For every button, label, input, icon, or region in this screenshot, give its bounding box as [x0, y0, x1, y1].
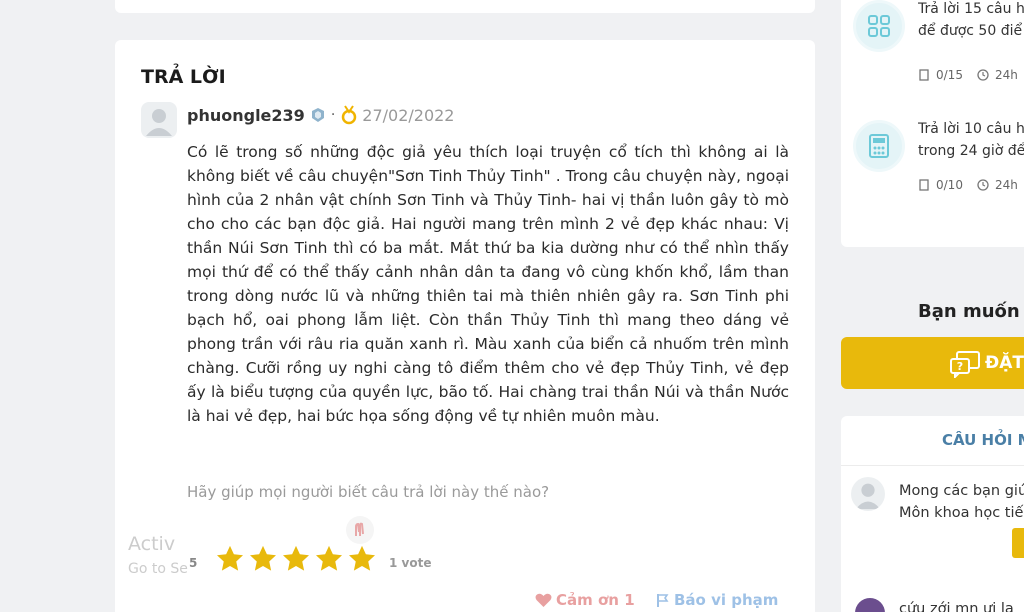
- ask-button-label: ĐẶT: [985, 353, 1024, 373]
- floating-tab[interactable]: [1012, 528, 1024, 558]
- answer-date: 27/02/2022: [362, 105, 455, 125]
- activate-watermark: Activ: [128, 533, 176, 555]
- star-icon[interactable]: [248, 544, 278, 574]
- avatar[interactable]: [851, 477, 885, 511]
- chat-question-icon: ?: [950, 351, 980, 378]
- recent-heading: CÂU HỎI M: [942, 431, 1024, 449]
- grid-icon: [853, 0, 905, 52]
- star-rating[interactable]: [215, 544, 377, 574]
- star-icon[interactable]: [215, 544, 245, 574]
- rate-prompt: Hãy giúp mọi người biết câu trả lời này …: [187, 483, 550, 501]
- recent-question-link[interactable]: cứu zới mn ưi la: [899, 601, 1014, 612]
- clock-icon: [977, 69, 989, 81]
- activate-watermark-sub: Go to Se: [128, 561, 188, 577]
- rank-badge-icon: [311, 108, 324, 122]
- divider: [841, 465, 1024, 466]
- previous-card: [115, 0, 815, 13]
- heart-icon: [535, 593, 552, 607]
- document-icon: [919, 69, 929, 81]
- thanks-label: Cảm ơn 1: [556, 591, 635, 609]
- task-meta: 0/10 24h: [918, 178, 1018, 192]
- star-icon[interactable]: [314, 544, 344, 574]
- username-link[interactable]: phuongle239: [187, 106, 305, 125]
- task-time: 24h: [994, 68, 1018, 82]
- answer-meta: phuongle239 · 27/02/2022: [187, 104, 454, 126]
- flag-icon: [657, 593, 669, 607]
- answer-card: TRẢ LỜI phuongle239 · 27/02/2022 Có lẽ t…: [115, 40, 815, 612]
- clock-icon: [977, 179, 989, 191]
- svg-text:?: ?: [957, 360, 963, 373]
- calculator-icon: [853, 120, 905, 172]
- recent-questions-card: CÂU HỎI M Mong các bạn giú Môn khoa học …: [841, 416, 1024, 612]
- task-meta: 0/15 24h: [918, 68, 1018, 82]
- medal-icon: [342, 105, 357, 125]
- answer-body: Có lẽ trong số những độc giả yêu thích l…: [187, 143, 789, 425]
- rating-row: 5 1 vote: [187, 516, 507, 572]
- ask-question-button[interactable]: ? ĐẶT: [841, 337, 1024, 389]
- task-time: 24h: [994, 178, 1018, 192]
- separator: ·: [330, 107, 336, 123]
- task-text: Trả lời 15 câu h để được 50 điể: [918, 1, 1024, 39]
- task-progress: 0/15: [936, 68, 963, 82]
- ask-title: Bạn muốn h: [918, 301, 1024, 322]
- tasks-card: Trả lời 15 câu h để được 50 điể 0/15 24h…: [841, 0, 1024, 247]
- recent-question-link[interactable]: Mong các bạn giú Môn khoa học tiế: [899, 480, 1024, 524]
- report-label: Báo vi phạm: [674, 591, 779, 609]
- star-icon[interactable]: [347, 544, 377, 574]
- rating-value: 5: [189, 556, 198, 570]
- report-button[interactable]: Báo vi phạm: [656, 591, 778, 609]
- avatar[interactable]: [141, 102, 177, 138]
- vote-count: 1 vote: [389, 556, 432, 570]
- task-progress: 0/10: [936, 178, 963, 192]
- answer-heading: TRẢ LỜI: [141, 66, 226, 88]
- star-icon[interactable]: [281, 544, 311, 574]
- hand-icon: [346, 516, 374, 544]
- document-icon: [919, 179, 929, 191]
- task-text: Trả lời 10 câu h trong 24 giờ để: [918, 121, 1024, 159]
- thanks-button[interactable]: Cảm ơn 1: [535, 591, 635, 609]
